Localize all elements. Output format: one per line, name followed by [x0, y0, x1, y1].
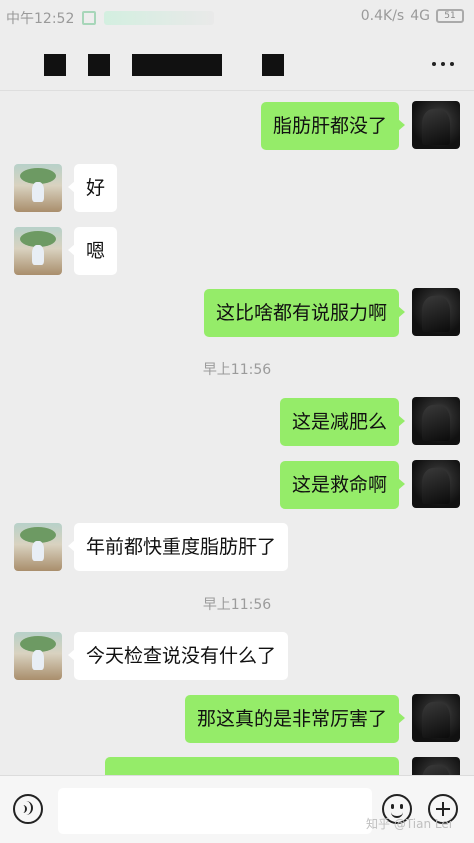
- my-avatar[interactable]: [412, 397, 460, 445]
- redacted-name: [132, 54, 222, 76]
- message-bubble-outgoing[interactable]: 这是减肥么: [279, 398, 406, 446]
- battery-icon: 51: [436, 9, 464, 23]
- signal-type: 4G: [410, 8, 430, 24]
- redacted-name: [88, 54, 110, 76]
- message-bubble-incoming[interactable]: 年前都快重度脂肪肝了: [67, 523, 289, 571]
- message-bubble-outgoing[interactable]: 这比啥都有说服力啊: [203, 289, 406, 337]
- input-bar: [0, 775, 474, 843]
- battery-level: 51: [444, 11, 456, 21]
- message-bubble-incoming[interactable]: 好: [67, 164, 118, 212]
- contact-avatar[interactable]: [14, 523, 62, 571]
- message-bubble-outgoing-partial[interactable]: [105, 757, 405, 775]
- redacted-name: [44, 54, 66, 76]
- status-notifications: [104, 11, 215, 25]
- network-speed: 0.4K/s: [360, 8, 405, 24]
- my-avatar[interactable]: [412, 288, 460, 336]
- my-avatar[interactable]: [412, 460, 460, 508]
- my-avatar[interactable]: [412, 694, 460, 742]
- status-time: 中午12:52: [6, 11, 75, 27]
- more-dots-icon[interactable]: [432, 62, 454, 66]
- message-bubble-incoming[interactable]: 嗯: [67, 227, 118, 275]
- watermark: 知乎 @Tian Lei: [366, 817, 453, 831]
- my-avatar[interactable]: [412, 757, 460, 775]
- timestamp: 早上11:56: [202, 362, 272, 378]
- message-bubble-outgoing[interactable]: 那这真的是非常厉害了: [184, 695, 406, 743]
- contact-avatar[interactable]: [14, 164, 62, 212]
- message-bubble-outgoing[interactable]: 这是救命啊: [279, 461, 406, 509]
- chat-header: [0, 34, 474, 91]
- timestamp: 早上11:56: [202, 597, 272, 613]
- message-bubble-incoming[interactable]: 今天检查说没有什么了: [67, 632, 289, 680]
- voice-icon[interactable]: [13, 794, 43, 824]
- redacted-name: [262, 54, 284, 76]
- contact-avatar[interactable]: [14, 632, 62, 680]
- chat-messages[interactable]: 脂肪肝都没了 好 嗯 这比啥都有说服力啊 早上11:56 这是减肥么 这是救命啊…: [0, 91, 474, 775]
- notification-icon: [82, 11, 97, 25]
- contact-avatar[interactable]: [14, 227, 62, 275]
- my-avatar[interactable]: [412, 101, 460, 149]
- message-input[interactable]: [58, 788, 372, 834]
- status-bar: 中午12:52 0.4K/s 4G 51: [0, 0, 474, 34]
- message-bubble-outgoing[interactable]: 脂肪肝都没了: [260, 102, 406, 150]
